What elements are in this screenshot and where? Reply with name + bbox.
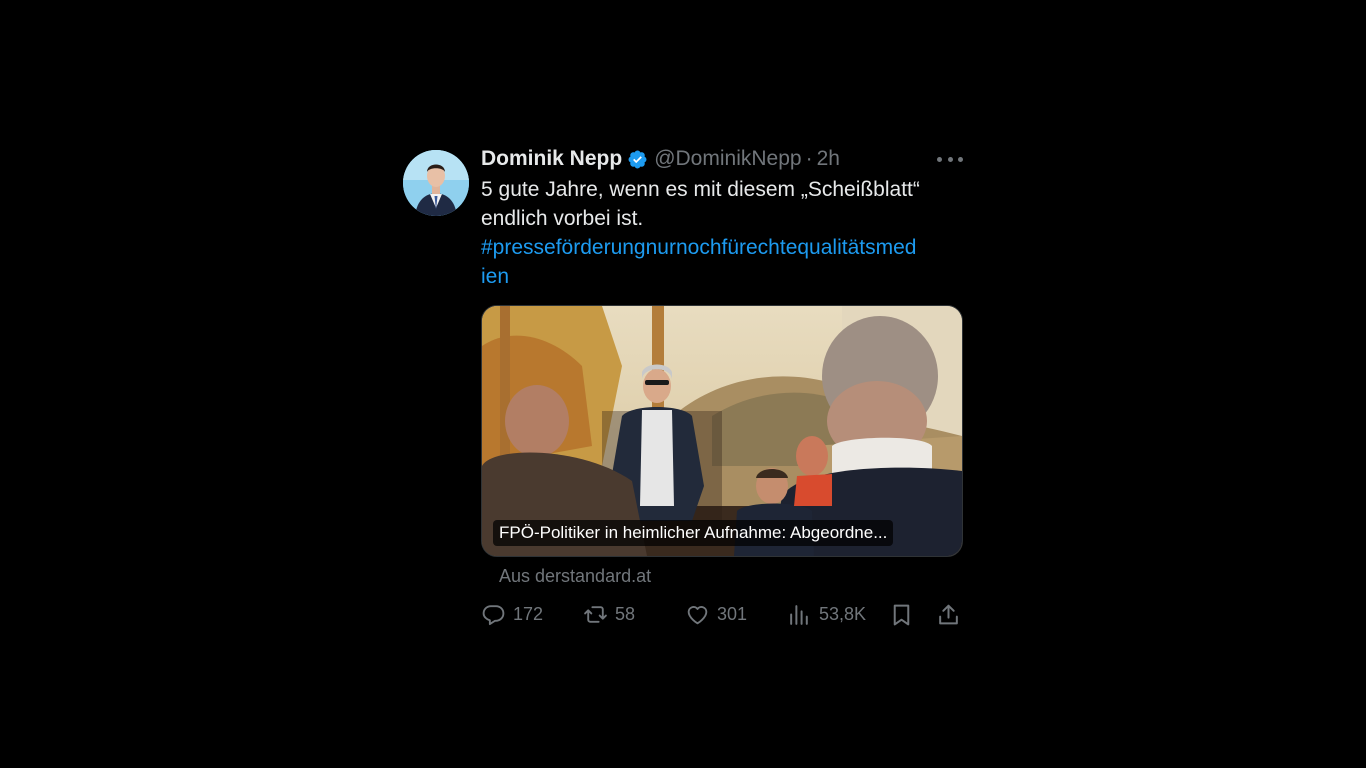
repost-button[interactable]: 58 (583, 599, 635, 629)
views-chart-icon (787, 602, 812, 627)
tweet-text: 5 gute Jahre, wenn es mit diesem „Scheiß… (481, 175, 963, 291)
reply-button[interactable]: 172 (481, 599, 543, 629)
tweet-time[interactable]: 2h (817, 146, 840, 172)
like-count: 301 (717, 603, 748, 624)
tweet-actions: 172 58 301 53,8K (481, 599, 963, 629)
reply-count: 172 (513, 603, 544, 624)
heart-icon (685, 602, 710, 627)
views-button[interactable]: 53,8K (787, 599, 866, 629)
bookmark-icon (889, 602, 914, 627)
hashtag-link[interactable]: #presseförderungnurnochfürechtequalitäts… (481, 233, 963, 262)
tweet-text-line: endlich vorbei ist. (481, 207, 644, 230)
share-button[interactable] (936, 599, 961, 629)
tweet-content: Dominik Nepp @DominikNepp · 2h 5 gute Ja… (481, 146, 963, 629)
like-button[interactable]: 301 (685, 599, 747, 629)
share-icon (936, 602, 961, 627)
card-source[interactable]: Aus derstandard.at (499, 564, 963, 588)
avatar-image (403, 150, 469, 216)
tweet-text-line: 5 gute Jahre, wenn es mit diesem „Scheiß… (481, 178, 920, 201)
hashtag-link[interactable]: ien (481, 262, 963, 291)
repost-count: 58 (615, 603, 636, 624)
verified-badge-icon (627, 149, 648, 170)
link-card[interactable]: FPÖ-Politiker in heimlicher Aufnahme: Ab… (481, 305, 963, 557)
author-handle[interactable]: @DominikNepp (654, 146, 801, 172)
more-horizontal-icon[interactable] (937, 148, 963, 170)
repost-icon (583, 602, 608, 627)
tweet-header: Dominik Nepp @DominikNepp · 2h (481, 146, 963, 172)
card-image (482, 306, 962, 556)
reply-icon (481, 602, 506, 627)
bookmark-button[interactable] (889, 599, 914, 629)
separator-dot: · (805, 147, 813, 170)
view-count: 53,8K (819, 603, 867, 624)
author-name[interactable]: Dominik Nepp (481, 146, 622, 172)
card-caption: FPÖ-Politiker in heimlicher Aufnahme: Ab… (493, 520, 894, 546)
avatar[interactable] (403, 150, 469, 216)
